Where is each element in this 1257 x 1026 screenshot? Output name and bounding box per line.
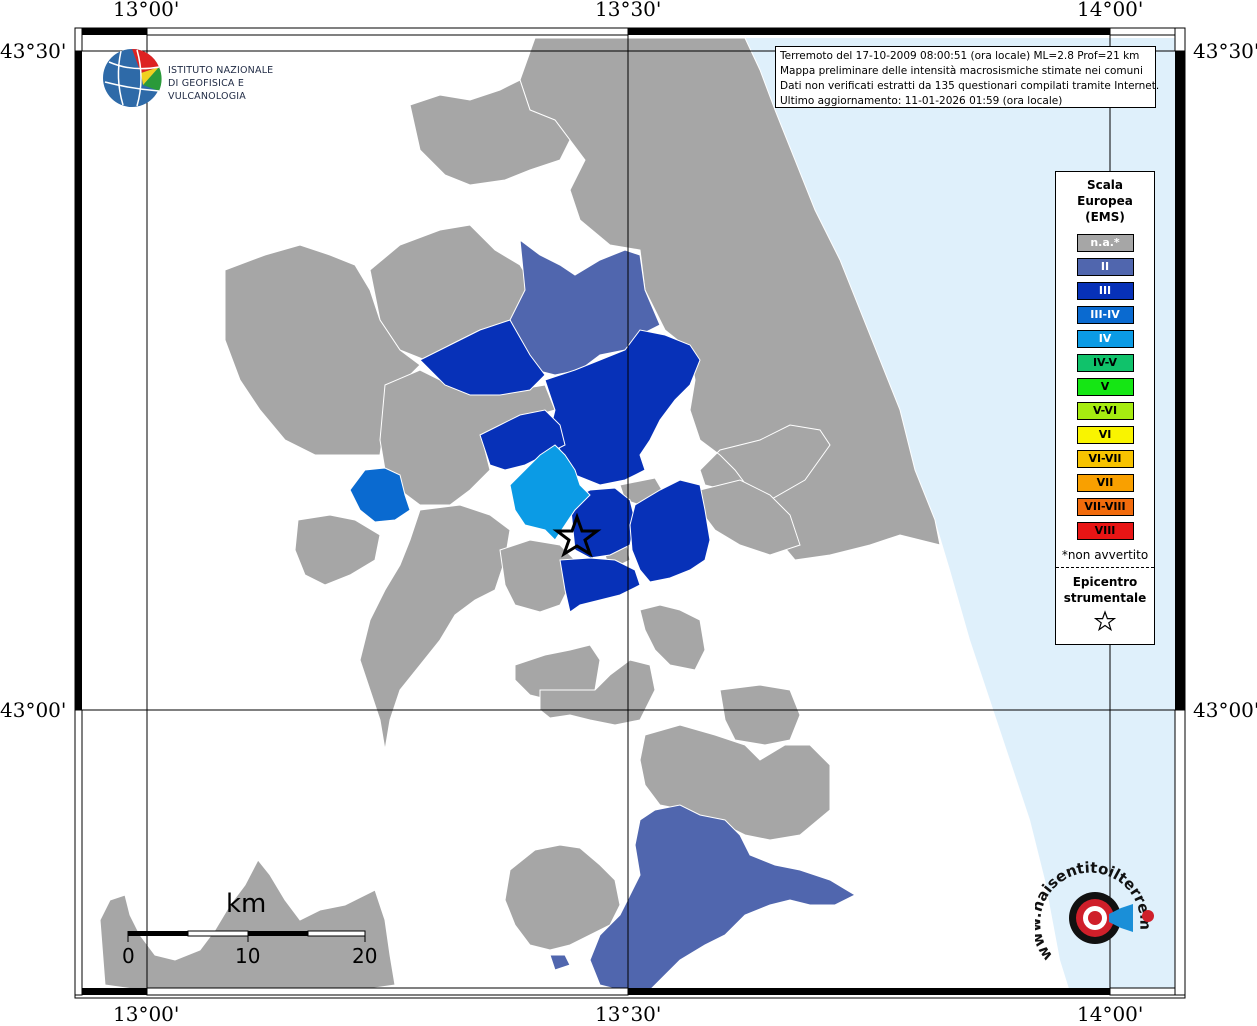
globe-icon: [103, 48, 162, 107]
ems-legend: Scala Europea (EMS) n.a.* II III III-IV IV IV…: [1055, 171, 1155, 645]
scale-bar-tick: 0: [122, 944, 135, 968]
legend-epicenter-label: Epicentro strumentale: [1063, 575, 1147, 605]
legend-scale-item: VI-VII: [1076, 450, 1134, 468]
scale-bar-tick: 20: [352, 944, 378, 968]
legend-scale-item: II: [1076, 258, 1134, 276]
legend-scale-item: V-VI: [1076, 402, 1134, 420]
logo-line: DI GEOFISICA E VULCANOLOGIA: [168, 78, 246, 102]
logo-line: ISTITUTO NAZIONALE: [168, 65, 274, 76]
legend-scale-item: VI: [1076, 426, 1134, 444]
legend-scale-item: IV-V: [1076, 354, 1134, 372]
legend-title: Scala Europea (EMS): [1077, 178, 1133, 224]
scale-bar-unit: km: [226, 889, 267, 919]
legend-scale-item: n.a.*: [1076, 234, 1134, 252]
legend-note: *non avvertito: [1061, 548, 1149, 562]
axis-left-label: 43°30': [0, 39, 67, 63]
legend-scale-items: n.a.* II III III-IV IV IV-V V V-VI VI VI-VII VII VI…: [1056, 234, 1154, 540]
legend-scale-item: IV: [1076, 330, 1134, 348]
axis-top-label: 13°30': [595, 0, 662, 21]
legend-scale-item: VII: [1076, 474, 1134, 492]
legend-scale-item: V: [1076, 378, 1134, 396]
legend-scale-item: III: [1076, 282, 1134, 300]
event-info-line: Mappa preliminare delle intensità macros…: [780, 65, 1143, 77]
event-info-line: Ultimo aggiornamento: 11-01-2026 01:59 (…: [780, 95, 1063, 107]
axis-right-label: 43°00': [1193, 698, 1257, 722]
legend-scale-item: VII-VIII: [1076, 498, 1134, 516]
event-info-line: Dati non verificati estratti da 135 ques…: [780, 80, 1160, 92]
axis-left-label: 43°00': [0, 698, 67, 722]
axis-bottom-label: 13°30': [595, 1002, 662, 1026]
legend-divider: [1056, 567, 1154, 568]
axis-top-label: 14°00': [1077, 0, 1144, 21]
legend-scale-item: III-IV: [1076, 306, 1134, 324]
legend-star-icon: [1056, 610, 1154, 636]
legend-scale-item: VIII: [1076, 522, 1134, 540]
axis-right-label: 43°30': [1193, 39, 1257, 63]
event-info-line: Terremoto del 17-10-2009 08:00:51 (ora l…: [780, 50, 1140, 62]
haisentito-logo: www.haisentitoilterremoto.it: [1026, 842, 1155, 976]
axis-bottom-label: 13°00': [113, 1002, 180, 1026]
axis-top-label: 13°00': [113, 0, 180, 21]
axis-bottom-label: 14°00': [1077, 1002, 1144, 1026]
ingv-logo: ISTITUTO NAZIONALE DI GEOFISICA E VULCAN…: [100, 46, 320, 110]
scale-bar-tick: 10: [235, 944, 261, 968]
event-info-box: Terremoto del 17-10-2009 08:00:51 (ora l…: [775, 46, 1160, 108]
